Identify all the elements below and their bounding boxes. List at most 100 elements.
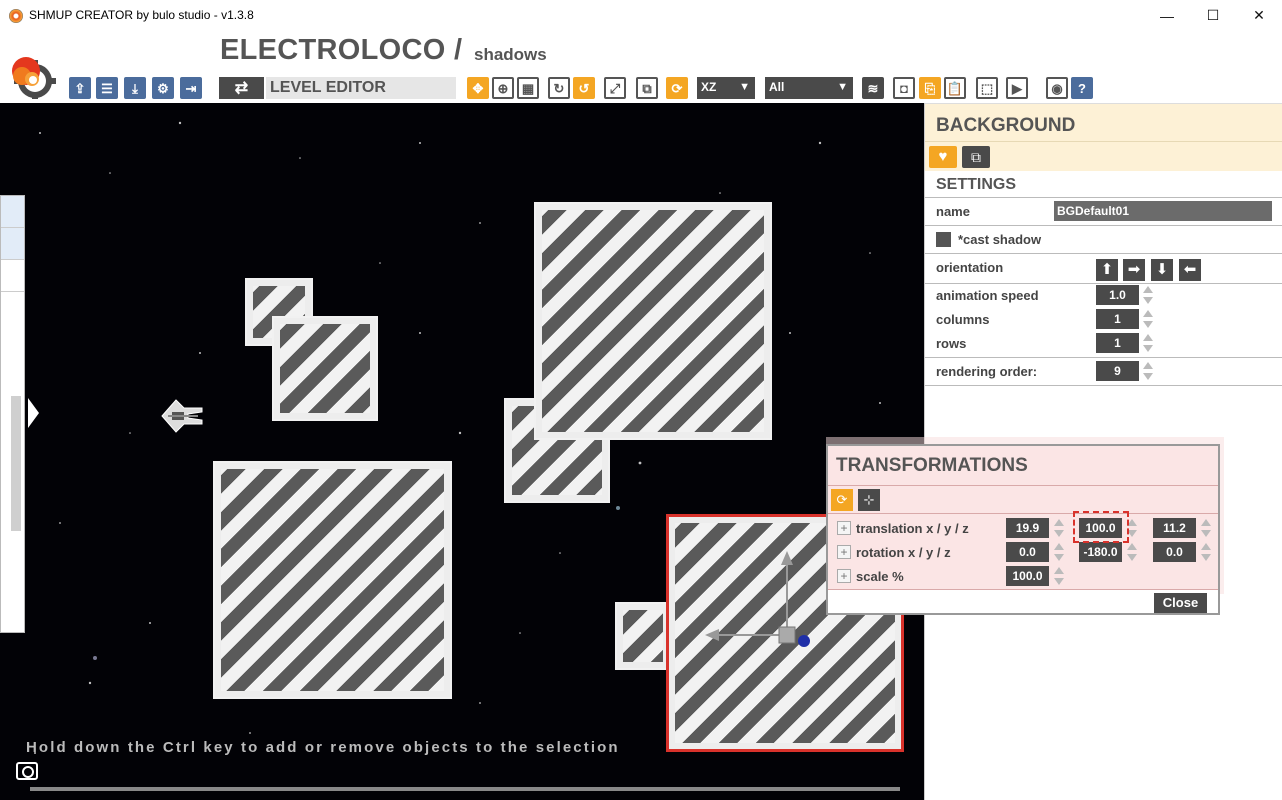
- level-editor-switch-icon[interactable]: ⇄: [219, 77, 264, 99]
- list-item[interactable]: [1, 196, 24, 228]
- expand-plus-icon[interactable]: +: [837, 521, 851, 535]
- move-tool-icon[interactable]: ✥: [467, 77, 489, 99]
- orientation-down-arrow-icon[interactable]: ⬇: [1151, 259, 1173, 281]
- rotation-z-field[interactable]: 0.0: [1153, 542, 1196, 562]
- translation-z-field[interactable]: 11.2: [1153, 518, 1196, 538]
- scale-field[interactable]: 100.0: [1006, 566, 1049, 586]
- columns-stepper[interactable]: [1143, 309, 1153, 329]
- rendering-order-field[interactable]: 9: [1096, 361, 1139, 381]
- translation-z-stepper[interactable]: [1201, 518, 1211, 538]
- transformations-tabs: ⟳ ⊹: [828, 486, 1218, 514]
- grid-path-icon[interactable]: ▦: [517, 77, 539, 99]
- preview-eye-icon[interactable]: ◉: [1046, 77, 1068, 99]
- help-icon[interactable]: ?: [1071, 77, 1093, 99]
- world-transform-icon[interactable]: ⊹: [858, 489, 880, 511]
- import-list-icon[interactable]: ☰: [96, 77, 118, 99]
- maximize-button[interactable]: ☐: [1190, 0, 1236, 31]
- horizontal-scrollbar[interactable]: [30, 787, 900, 791]
- name-field[interactable]: BGDefault01: [1054, 201, 1272, 221]
- shadow-block[interactable]: [534, 202, 772, 440]
- object-list-panel[interactable]: [0, 195, 25, 633]
- divider: [925, 225, 1282, 226]
- transformations-header: TRANSFORMATIONS: [828, 446, 1218, 486]
- shmup-creator-logo[interactable]: [4, 49, 56, 99]
- rotation-y-field[interactable]: -180.0: [1079, 542, 1122, 562]
- transformations-rows: + translation x / y / z 19.9 100.0 11.2 …: [828, 514, 1218, 590]
- layers-icon[interactable]: ≋: [862, 77, 884, 99]
- rows-stepper[interactable]: [1143, 333, 1153, 353]
- settings-title: SETTINGS: [936, 176, 1017, 193]
- settings-gear-icon[interactable]: ⚙: [152, 77, 174, 99]
- divider: [925, 253, 1282, 254]
- shadow-block[interactable]: [272, 316, 378, 421]
- window-title: SHMUP CREATOR by bulo studio - v1.3.8: [29, 8, 254, 22]
- rendering-order-stepper[interactable]: [1143, 361, 1153, 381]
- paste-icon[interactable]: 📋: [944, 77, 966, 99]
- export-icon[interactable]: ⇪: [69, 77, 91, 99]
- rotation-x-stepper[interactable]: [1054, 542, 1064, 562]
- rotation-y-stepper[interactable]: [1127, 542, 1137, 562]
- project-title: ELECTROLOCO /: [220, 34, 463, 66]
- scale-stepper[interactable]: [1054, 566, 1064, 586]
- chevron-down-icon: ▼: [739, 81, 750, 93]
- camera-icon[interactable]: [16, 762, 38, 780]
- player-ship-icon[interactable]: [158, 394, 208, 440]
- columns-label: columns: [936, 312, 990, 327]
- animation-speed-stepper[interactable]: [1143, 285, 1153, 305]
- favorite-heart-icon[interactable]: ♥: [929, 146, 957, 168]
- divider: [925, 357, 1282, 358]
- rows-label: rows: [936, 336, 967, 351]
- header: ELECTROLOCO / shadows ⇪ ☰ ⤓ ⚙ ⇥ ⇄ LEVEL …: [0, 31, 1282, 101]
- minimize-button[interactable]: —: [1144, 0, 1190, 31]
- transformations-dialog[interactable]: TRANSFORMATIONS ⟳ ⊹ + translation x / y …: [826, 444, 1220, 615]
- orientation-up-arrow-icon[interactable]: ⬆: [1096, 259, 1118, 281]
- title-bar: SHMUP CREATOR by bulo studio - v1.3.8 — …: [0, 0, 1282, 31]
- translation-x-stepper[interactable]: [1054, 518, 1064, 538]
- local-transform-icon[interactable]: ⟳: [831, 489, 853, 511]
- group-select-icon[interactable]: ⬚: [976, 77, 998, 99]
- translation-x-field[interactable]: 19.9: [1006, 518, 1049, 538]
- screenshot-icon[interactable]: ◘: [893, 77, 915, 99]
- rotation-label: rotation x / y / z: [856, 545, 951, 560]
- orientation-right-arrow-icon[interactable]: ➡: [1123, 259, 1145, 281]
- rotation-z-stepper[interactable]: [1201, 542, 1211, 562]
- duplicate-icon[interactable]: ⧉: [962, 146, 990, 168]
- vertical-scrollbar[interactable]: [11, 396, 21, 531]
- add-path-icon[interactable]: ⊕: [492, 77, 514, 99]
- close-window-button[interactable]: ✕: [1236, 0, 1282, 31]
- rotation-x-field[interactable]: 0.0: [1006, 542, 1049, 562]
- expand-plus-icon[interactable]: +: [837, 569, 851, 583]
- transform-gizmo[interactable]: [695, 547, 815, 657]
- shadow-block[interactable]: [213, 461, 452, 699]
- expand-plus-icon[interactable]: +: [837, 545, 851, 559]
- divider: [925, 197, 1282, 198]
- play-icon[interactable]: ▶: [1006, 77, 1028, 99]
- level-editor-label: LEVEL EDITOR: [266, 77, 456, 99]
- level-viewport[interactable]: Hold down the Ctrl key to add or remove …: [0, 103, 924, 800]
- rows-field[interactable]: 1: [1096, 333, 1139, 353]
- download-icon[interactable]: ⤓: [124, 77, 146, 99]
- expand-panel-arrow-icon[interactable]: [28, 398, 39, 428]
- highlighted-field-outline: [1073, 511, 1129, 543]
- animation-speed-field[interactable]: 1.0: [1096, 285, 1139, 305]
- exit-icon[interactable]: ⇥: [180, 77, 202, 99]
- snap-rotate-icon[interactable]: ↺: [573, 77, 595, 99]
- cast-shadow-checkbox[interactable]: [936, 232, 951, 247]
- shadow-block[interactable]: [615, 602, 671, 670]
- animation-speed-label: animation speed: [936, 288, 1039, 303]
- transform-panel-icon[interactable]: ⟳: [666, 77, 688, 99]
- filter-dropdown[interactable]: All ▼: [765, 77, 853, 99]
- list-item[interactable]: [1, 260, 24, 292]
- list-item[interactable]: [1, 228, 24, 260]
- rotate-tool-icon[interactable]: ↻: [548, 77, 570, 99]
- hint-text: Hold down the Ctrl key to add or remove …: [26, 739, 620, 756]
- scale-tool-icon[interactable]: ⤢: [604, 77, 626, 99]
- rendering-order-label: rendering order:: [936, 364, 1038, 379]
- close-button[interactable]: Close: [1154, 593, 1207, 613]
- axis-dropdown[interactable]: XZ ▼: [697, 77, 755, 99]
- columns-field[interactable]: 1: [1096, 309, 1139, 329]
- copy-paste-icon[interactable]: ⎘: [919, 77, 941, 99]
- copy-transform-icon[interactable]: ⧉: [636, 77, 658, 99]
- translation-label: translation x / y / z: [856, 521, 969, 536]
- orientation-left-arrow-icon[interactable]: ⬅: [1179, 259, 1201, 281]
